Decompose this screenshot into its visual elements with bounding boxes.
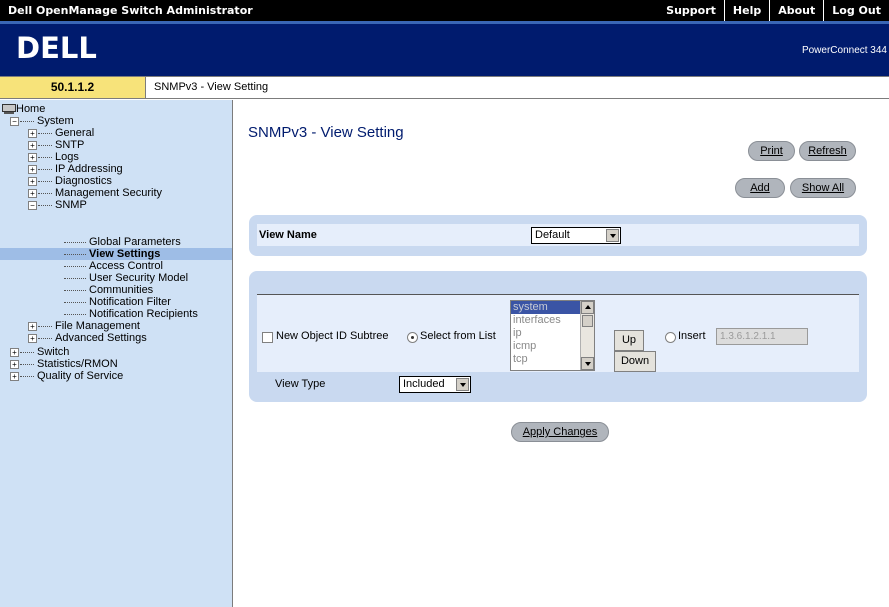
new-object-id-label: New Object ID Subtree bbox=[276, 330, 389, 342]
expand-icon[interactable]: + bbox=[28, 128, 37, 138]
scroll-thumb[interactable] bbox=[582, 315, 593, 327]
expand-icon[interactable]: + bbox=[28, 333, 37, 343]
scroll-down-icon[interactable] bbox=[581, 357, 594, 370]
expand-icon[interactable]: + bbox=[28, 140, 37, 150]
expand-icon[interactable]: + bbox=[28, 176, 37, 186]
view-type-select[interactable]: Included bbox=[399, 376, 471, 393]
down-button[interactable]: Down bbox=[614, 351, 656, 372]
oid-listbox[interactable]: system interfaces ip icmp tcp bbox=[510, 300, 595, 371]
print-button[interactable]: Print bbox=[748, 141, 795, 161]
tree-item-global-parameters[interactable]: Global Parameters bbox=[64, 236, 181, 248]
tree-item-notification-recipients[interactable]: Notification Recipients bbox=[64, 308, 198, 320]
tree-item-sntp[interactable]: + SNTP bbox=[28, 139, 84, 151]
chevron-down-icon bbox=[456, 378, 469, 391]
scroll-up-icon[interactable] bbox=[581, 301, 594, 314]
up-button[interactable]: Up bbox=[614, 330, 644, 351]
tree-item-communities[interactable]: Communities bbox=[64, 284, 153, 296]
top-links: Support Help About Log Out bbox=[658, 0, 889, 21]
tree-item-view-settings[interactable]: View Settings bbox=[64, 248, 160, 260]
tree-label-system: System bbox=[37, 115, 74, 127]
tree-item-management-security[interactable]: + Management Security bbox=[28, 187, 162, 199]
computer-icon bbox=[2, 104, 16, 115]
expand-icon[interactable]: + bbox=[10, 371, 19, 381]
expand-icon[interactable]: + bbox=[28, 321, 37, 331]
tree-label-home: Home bbox=[16, 103, 46, 115]
tree-item-general[interactable]: + General bbox=[28, 127, 94, 139]
breadcrumb: SNMPv3 - View Setting bbox=[154, 81, 269, 93]
product-name: PowerConnect 344 bbox=[801, 45, 887, 56]
view-name-select[interactable]: Default bbox=[531, 227, 621, 244]
tree-item-statistics-rmon[interactable]: + Statistics/RMON bbox=[10, 358, 118, 370]
dell-logo-text: DELL bbox=[16, 33, 97, 63]
expand-icon[interactable]: + bbox=[10, 347, 19, 357]
collapse-icon[interactable]: − bbox=[28, 200, 37, 210]
collapse-icon[interactable]: − bbox=[10, 116, 19, 126]
tree-item-user-security-model[interactable]: User Security Model bbox=[64, 272, 188, 284]
object-id-panel: New Object ID Subtree Select from List s… bbox=[249, 271, 867, 402]
address-bar: 50.1.1.2 SNMPv3 - View Setting bbox=[0, 76, 889, 99]
switch-ip: 50.1.1.2 bbox=[0, 77, 146, 98]
tree-item-logs[interactable]: + Logs bbox=[28, 151, 79, 163]
tree-item-access-control[interactable]: Access Control bbox=[64, 260, 163, 272]
insert-label: Insert bbox=[678, 330, 706, 342]
tree-item-notification-filter[interactable]: Notification Filter bbox=[64, 296, 171, 308]
tree-item-file-management[interactable]: + File Management bbox=[28, 320, 140, 332]
list-scrollbar[interactable] bbox=[580, 301, 594, 370]
page-title: SNMPv3 - View Setting bbox=[248, 124, 404, 141]
help-link[interactable]: Help bbox=[723, 0, 769, 21]
about-link[interactable]: About bbox=[769, 0, 823, 21]
navigation-tree: Home − System + General + SNTP + Logs + IP Ad… bbox=[0, 100, 233, 607]
new-object-id-checkbox[interactable] bbox=[262, 332, 273, 343]
apply-changes-button[interactable]: Apply Changes bbox=[511, 422, 609, 442]
add-button[interactable]: Add bbox=[735, 178, 785, 198]
tree-item-advanced-settings[interactable]: + Advanced Settings bbox=[28, 332, 147, 344]
select-from-list-label: Select from List bbox=[420, 330, 496, 342]
tree-item-switch[interactable]: + Switch bbox=[10, 346, 69, 358]
insert-radio[interactable] bbox=[665, 332, 676, 343]
tree-item-system[interactable]: − System bbox=[10, 115, 74, 127]
tree-item-quality-of-service[interactable]: + Quality of Service bbox=[10, 370, 123, 382]
view-name-panel: View Name Default bbox=[249, 215, 867, 256]
logout-link[interactable]: Log Out bbox=[823, 0, 889, 21]
insert-oid-input[interactable]: 1.3.6.1.2.1.1 bbox=[716, 328, 808, 345]
view-type-label: View Type bbox=[275, 378, 326, 390]
chevron-down-icon bbox=[606, 229, 619, 242]
refresh-button[interactable]: Refresh bbox=[799, 141, 856, 161]
dell-logo: DELL bbox=[16, 33, 97, 63]
show-all-button[interactable]: Show All bbox=[790, 178, 856, 198]
expand-icon[interactable]: + bbox=[28, 188, 37, 198]
tree-item-snmp[interactable]: − SNMP bbox=[28, 199, 87, 211]
top-bar: Dell OpenManage Switch Administrator Sup… bbox=[0, 0, 889, 21]
expand-icon[interactable]: + bbox=[28, 152, 37, 162]
app-title: Dell OpenManage Switch Administrator bbox=[8, 4, 253, 17]
select-from-list-radio[interactable] bbox=[407, 332, 418, 343]
support-link[interactable]: Support bbox=[658, 0, 724, 21]
expand-icon[interactable]: + bbox=[28, 164, 37, 174]
banner: DELL PowerConnect 344 bbox=[0, 21, 889, 76]
view-name-label: View Name bbox=[259, 229, 317, 241]
expand-icon[interactable]: + bbox=[10, 359, 19, 369]
tree-item-diagnostics[interactable]: + Diagnostics bbox=[28, 175, 112, 187]
tree-item-ip-addressing[interactable]: + IP Addressing bbox=[28, 163, 123, 175]
tree-item-home[interactable]: Home bbox=[2, 103, 45, 115]
